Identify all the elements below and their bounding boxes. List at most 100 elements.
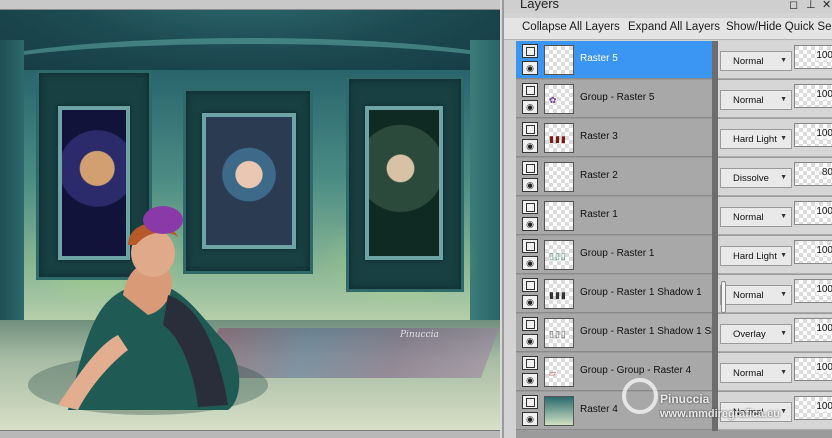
chevron-down-icon: ▼ — [780, 369, 787, 376]
column-splitter-handle[interactable] — [721, 281, 726, 313]
opacity-field[interactable]: 80 — [794, 162, 832, 186]
opacity-field[interactable]: 100 — [794, 357, 832, 381]
visibility-eye-icon[interactable]: ◉ — [522, 373, 538, 387]
blend-mode-value: Hard Light — [733, 134, 777, 145]
pin-icon[interactable]: ⊥ — [806, 0, 816, 11]
layer-row[interactable]: ◉ ✿ Group - Raster 5 Normal ▼ 100 — [516, 80, 832, 119]
layer-mask-toggle-icon[interactable] — [522, 278, 538, 292]
opacity-value: 100 — [816, 284, 832, 295]
visibility-eye-icon[interactable]: ◉ — [522, 61, 538, 75]
opacity-field[interactable]: 100 — [794, 123, 832, 147]
restore-icon[interactable]: ◻ — [789, 0, 798, 11]
layer-mask-toggle-icon[interactable] — [522, 44, 538, 58]
layer-list: ◉ Raster 5 Normal ▼ 100 ◉ ✿ Group - Raste… — [516, 41, 832, 438]
opacity-field[interactable]: 100 — [794, 318, 832, 342]
blend-mode-select[interactable]: Normal ▼ — [720, 90, 792, 110]
layer-mask-toggle-icon[interactable] — [522, 395, 538, 409]
visibility-eye-icon[interactable]: ◉ — [522, 217, 538, 231]
layer-row[interactable]: ◉ ▮▮▮ Group - Raster 1 Shadow 1 Normal ▼ … — [516, 275, 832, 314]
layer-row[interactable]: ◉ Raster 1 Normal ▼ 100 — [516, 197, 832, 236]
layer-row-main[interactable]: ◉ ▯▯▯ Group - Raster 1 Shadow 1 Shado — [516, 314, 712, 352]
layer-row-main[interactable]: ◉ ▯▯▯ Group - Raster 1 — [516, 236, 712, 274]
layer-name: Group - Group - Raster 4 — [580, 365, 692, 376]
layer-mask-toggle-icon[interactable] — [522, 122, 538, 136]
layer-name: Group - Raster 1 — [580, 248, 655, 259]
layer-name: Group - Raster 1 Shadow 1 Shado — [580, 326, 712, 337]
layer-row[interactable]: ◉ ▱ Group - Group - Raster 4 Normal ▼ 100 — [516, 353, 832, 392]
opacity-field[interactable]: 100 — [794, 45, 832, 69]
blend-mode-select[interactable]: Normal ▼ — [720, 363, 792, 383]
layer-row[interactable]: ◉ ▮▮▮ Raster 3 Hard Light ▼ 100 — [516, 119, 832, 158]
canvas-scrollbar-bottom[interactable] — [0, 430, 500, 438]
opacity-value: 100 — [816, 89, 832, 100]
expand-all-button[interactable]: Expand All Layers — [628, 21, 720, 33]
layer-mask-toggle-icon[interactable] — [522, 356, 538, 370]
visibility-eye-icon[interactable]: ◉ — [522, 139, 538, 153]
layer-mask-toggle-icon[interactable] — [522, 239, 538, 253]
chevron-down-icon: ▼ — [780, 330, 787, 337]
layer-thumbnail — [544, 396, 574, 426]
layer-name: Group - Raster 1 Shadow 1 — [580, 287, 702, 298]
blend-mode-select[interactable]: Normal ▼ — [720, 402, 792, 422]
blend-mode-select[interactable]: Hard Light ▼ — [720, 129, 792, 149]
wall-right — [470, 40, 500, 360]
layer-row-main[interactable]: ◉ ✿ Group - Raster 5 — [516, 80, 712, 118]
layer-row-props: Dissolve ▼ 80 — [718, 158, 832, 196]
layer-row-main[interactable]: ◉ ▱ Group - Group - Raster 4 — [516, 353, 712, 391]
blend-mode-select[interactable]: Hard Light ▼ — [720, 246, 792, 266]
blend-mode-select[interactable]: Normal ▼ — [720, 285, 792, 305]
layer-row-main[interactable]: ◉ Raster 1 — [516, 197, 712, 235]
visibility-eye-icon[interactable]: ◉ — [522, 256, 538, 270]
layer-row-main[interactable]: ◉ ▮▮▮ Group - Raster 1 Shadow 1 — [516, 275, 712, 313]
thumbnail-content-icon: ▮▮▮ — [549, 134, 567, 144]
blend-mode-select[interactable]: Overlay ▼ — [720, 324, 792, 344]
layer-mask-toggle-icon[interactable] — [522, 200, 538, 214]
visibility-eye-icon[interactable]: ◉ — [522, 100, 538, 114]
opacity-field[interactable]: 100 — [794, 201, 832, 225]
canvas-image[interactable]: Pinuccia — [0, 10, 500, 430]
blend-mode-select[interactable]: Normal ▼ — [720, 51, 792, 71]
layer-row-main[interactable]: ◉ Raster 5 — [516, 41, 712, 79]
layer-mask-toggle-icon[interactable] — [522, 161, 538, 175]
layer-row-props: Hard Light ▼ 100 — [718, 236, 832, 274]
image-canvas-area[interactable]: Pinuccia — [0, 0, 500, 438]
layer-thumbnail — [544, 45, 574, 75]
visibility-eye-icon[interactable]: ◉ — [522, 178, 538, 192]
palette-title-bar[interactable]: Layers ◻ ⊥ ✕ — [504, 0, 832, 13]
collapse-all-button[interactable]: Collapse All Layers — [522, 21, 620, 33]
visibility-eye-icon[interactable]: ◉ — [522, 412, 538, 426]
layer-thumbnail: ✿ — [544, 84, 574, 114]
blend-mode-value: Normal — [733, 407, 764, 418]
layer-row-props: Normal ▼ 100 — [718, 275, 832, 313]
layer-row[interactable]: ◉ Raster 4 Normal ▼ 100 — [516, 392, 832, 431]
layer-row[interactable]: ◉ ▯▯▯ Group - Raster 1 Hard Light ▼ 100 — [516, 236, 832, 275]
layer-row-main[interactable]: ◉ Raster 4 — [516, 392, 712, 430]
layers-palette: Layers ◻ ⊥ ✕ Collapse All Layers Expand … — [502, 0, 832, 438]
opacity-field[interactable]: 100 — [794, 279, 832, 303]
opacity-field[interactable]: 100 — [794, 240, 832, 264]
close-icon[interactable]: ✕ — [822, 0, 831, 11]
layer-mask-toggle-icon[interactable] — [522, 83, 538, 97]
layer-row[interactable]: ◉ Raster 2 Dissolve ▼ 80 — [516, 158, 832, 197]
opacity-value: 100 — [816, 206, 832, 217]
thumbnail-content-icon: ▯▯▯ — [549, 251, 567, 261]
opacity-field[interactable]: 100 — [794, 396, 832, 420]
visibility-eye-icon[interactable]: ◉ — [522, 295, 538, 309]
opacity-field[interactable]: 100 — [794, 84, 832, 108]
layer-mask-toggle-icon[interactable] — [522, 317, 538, 331]
chevron-down-icon: ▼ — [780, 252, 787, 259]
layer-row[interactable]: ◉ ▯▯▯ Group - Raster 1 Shadow 1 Shado Ov… — [516, 314, 832, 353]
opacity-value: 100 — [816, 362, 832, 373]
layer-thumbnail — [544, 201, 574, 231]
blend-mode-select[interactable]: Normal ▼ — [720, 207, 792, 227]
layer-row-main[interactable]: ◉ ▮▮▮ Raster 3 — [516, 119, 712, 157]
layer-row[interactable]: ◉ Raster 5 Normal ▼ 100 — [516, 41, 832, 80]
layer-row-main[interactable]: ◉ Raster 2 — [516, 158, 712, 196]
visibility-eye-icon[interactable]: ◉ — [522, 334, 538, 348]
chevron-down-icon: ▼ — [780, 96, 787, 103]
chevron-down-icon: ▼ — [780, 135, 787, 142]
canvas-signature: Pinuccia — [400, 330, 439, 340]
show-hide-quick-search-button[interactable]: Show/Hide Quick Sea — [726, 21, 832, 33]
blend-mode-select[interactable]: Dissolve ▼ — [720, 168, 792, 188]
thumbnail-content-icon: ▯▯▯ — [549, 329, 567, 339]
